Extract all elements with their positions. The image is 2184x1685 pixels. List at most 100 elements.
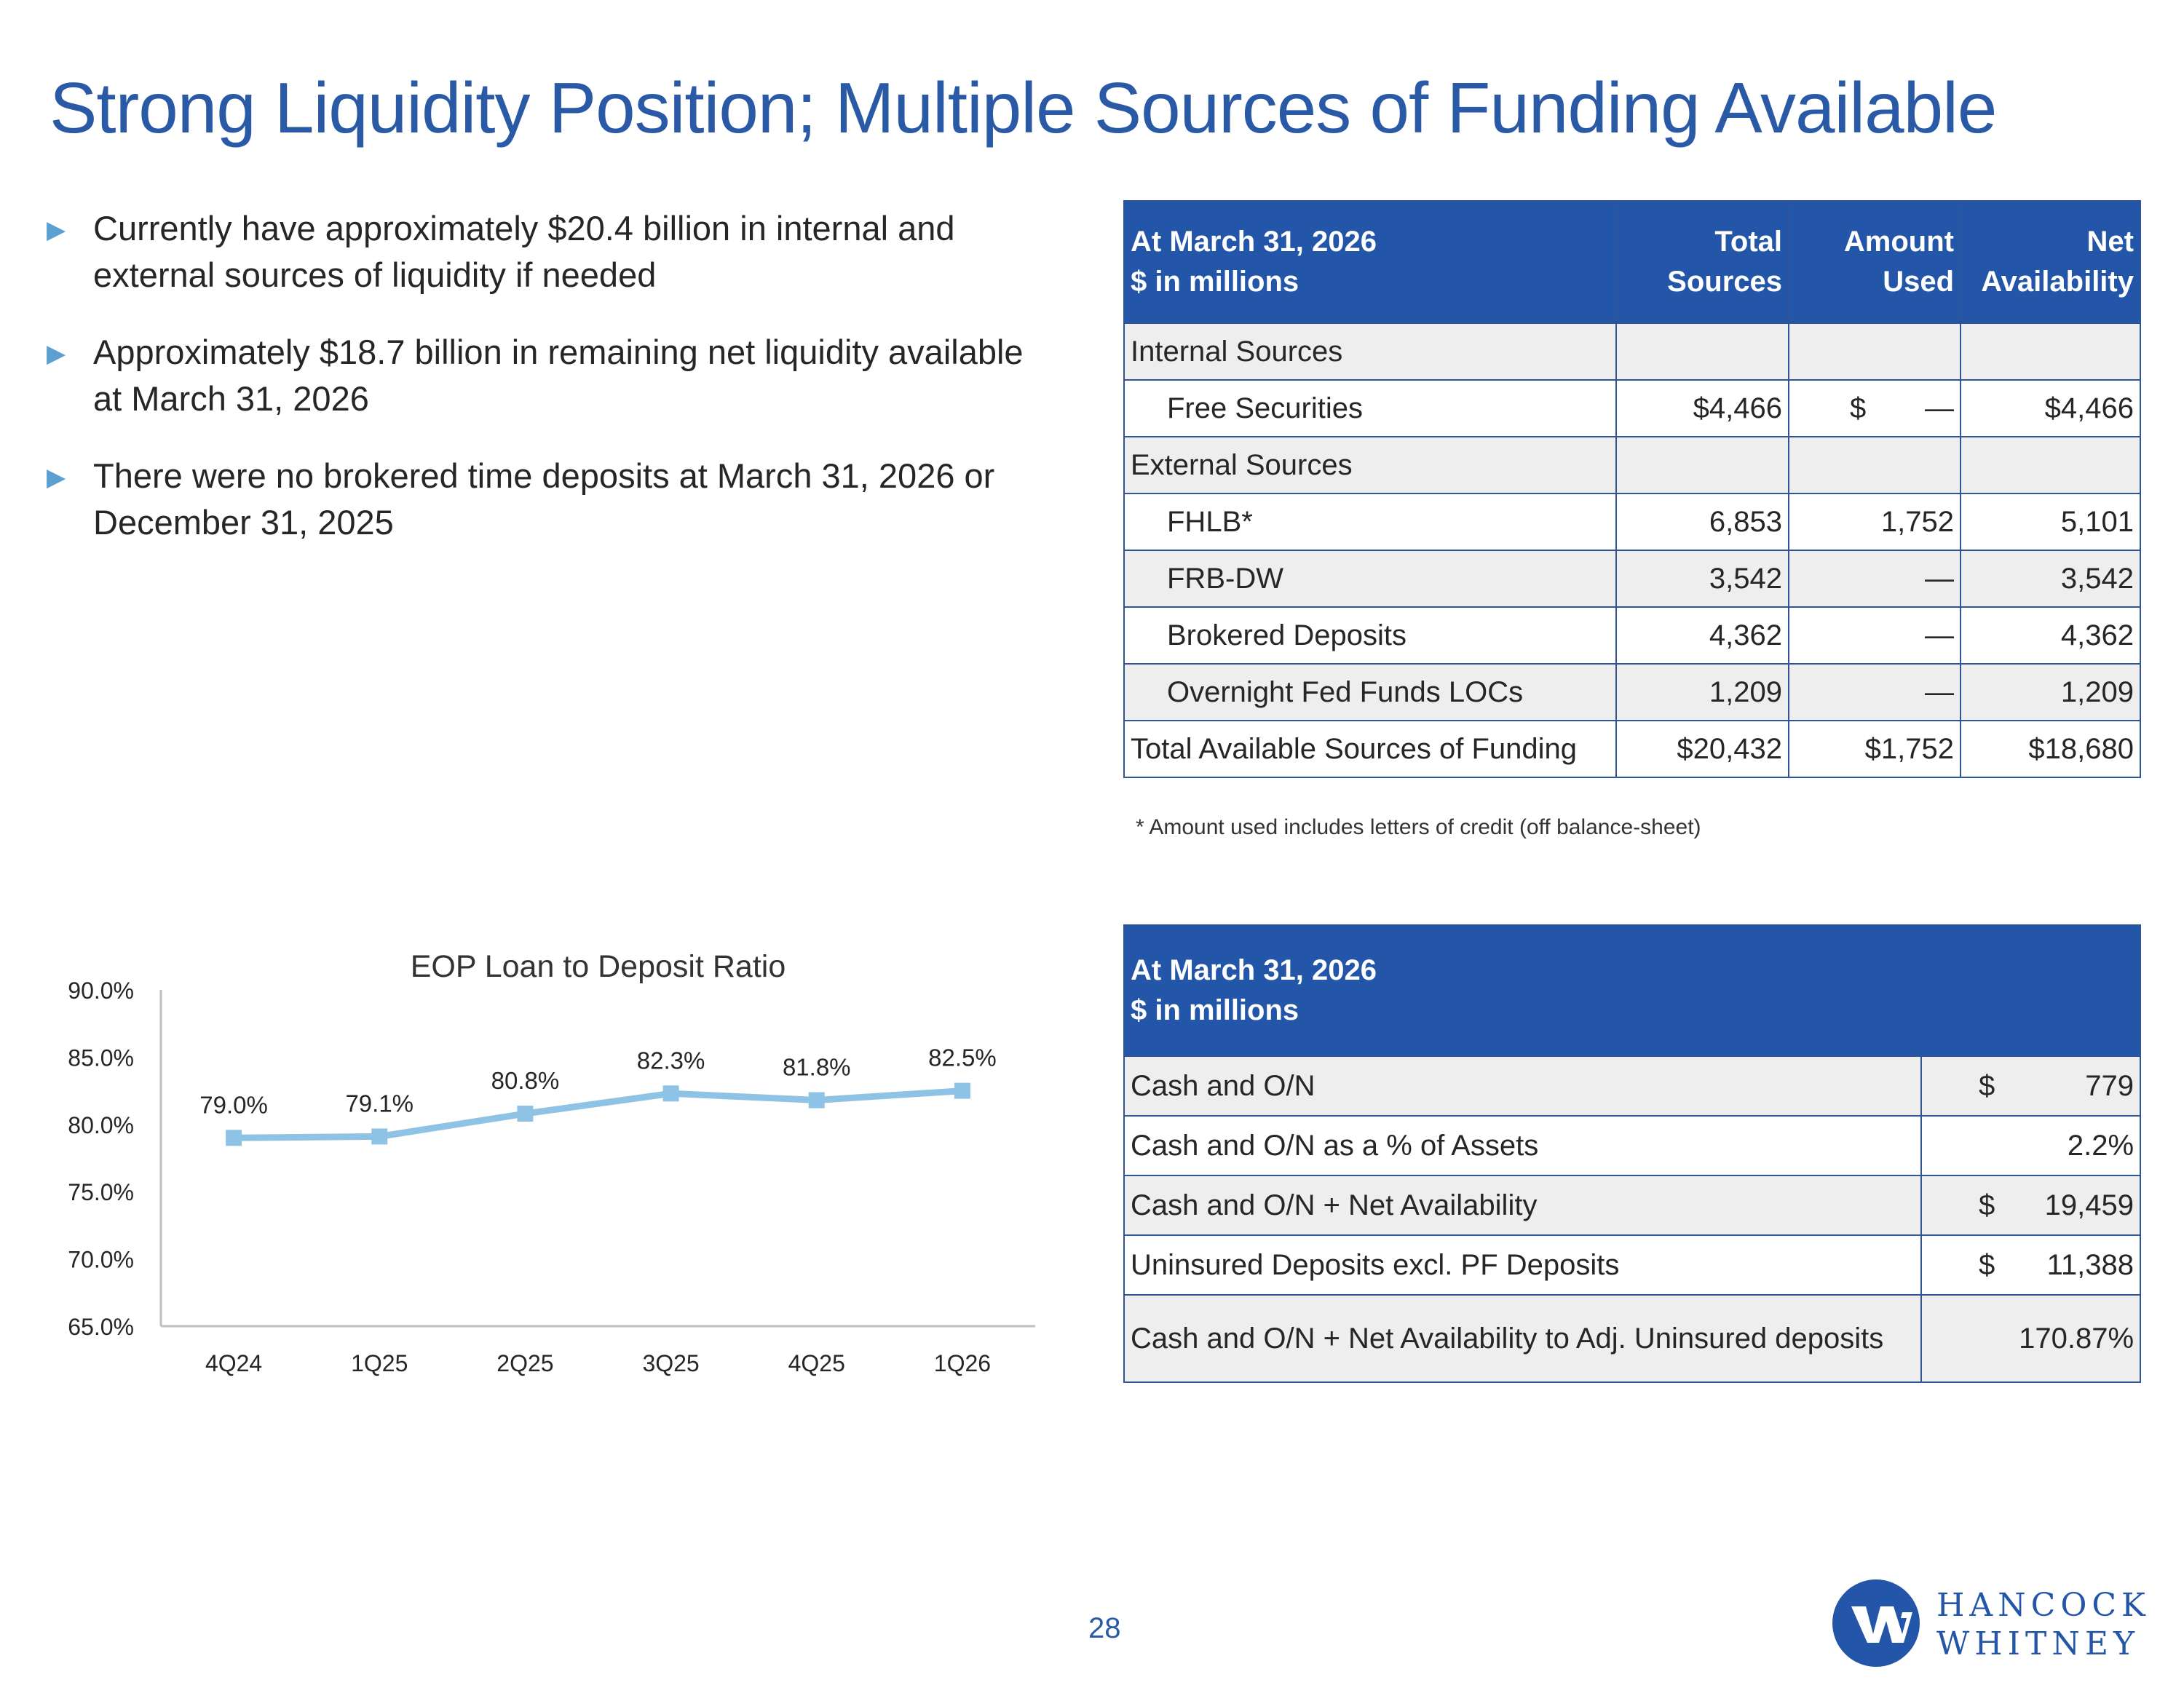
- cell: [1615, 322, 1789, 381]
- table-row: Cash and O/N + Net Availability to Adj. …: [1123, 1294, 2142, 1383]
- cell: [1788, 436, 1961, 494]
- total-cell: 1,209: [1615, 663, 1789, 721]
- table-header-row: At March 31, 2026 $ in millions: [1123, 924, 2142, 1057]
- table-row: FHLB* 6,853 1,752 5,101: [1123, 493, 2141, 551]
- used-cell: $ —: [1788, 379, 1961, 437]
- row-label: Internal Sources: [1123, 322, 1617, 381]
- page-title: Strong Liquidity Position; Multiple Sour…: [50, 68, 1997, 148]
- total-cell: $20,432: [1615, 720, 1789, 778]
- header-text: Sources: [1667, 266, 1782, 298]
- logo-line1: HANCOCK: [1936, 1587, 2151, 1624]
- used-value: —: [1925, 392, 1954, 424]
- row-label: Free Securities: [1123, 379, 1617, 437]
- value-cell: $11,388: [1920, 1234, 2142, 1296]
- net-cell: 1,209: [1960, 663, 2141, 721]
- row-label: Uninsured Deposits excl. PF Deposits: [1123, 1234, 1922, 1296]
- net-cell: 5,101: [1960, 493, 2141, 551]
- header-units: $ in millions: [1131, 994, 1299, 1026]
- used-cell: —: [1788, 663, 1961, 721]
- value-cell: 2.2%: [1920, 1115, 2142, 1176]
- header-net-availability: Net Availability: [1960, 200, 2141, 324]
- header-amount-used: Amount Used: [1788, 200, 1961, 324]
- used-cell: $1,752: [1788, 720, 1961, 778]
- x-tick-label: 1Q25: [351, 1350, 408, 1376]
- triangle-bullet-icon: ▶: [47, 340, 66, 368]
- data-label: 79.0%: [199, 1091, 268, 1118]
- x-tick-label: 1Q26: [934, 1350, 991, 1376]
- header-text: Net: [2086, 226, 2134, 258]
- y-tick-label: 70.0%: [68, 1247, 134, 1273]
- series-line: [234, 1087, 963, 1141]
- header-text: Amount: [1843, 226, 1954, 258]
- cell: [1615, 436, 1789, 494]
- total-cell: 6,853: [1615, 493, 1789, 551]
- net-cell: 3,542: [1960, 550, 2141, 608]
- header-date: At March 31, 2026: [1131, 954, 1377, 986]
- table-row: Cash and O/N $779: [1123, 1055, 2142, 1117]
- page-number: 28: [1088, 1612, 1121, 1644]
- row-label: Brokered Deposits: [1123, 606, 1617, 665]
- bullet-list: ▶ Currently have approximately $20.4 bil…: [47, 205, 1025, 576]
- row-label: External Sources: [1123, 436, 1617, 494]
- liquidity-sources-table: At March 31, 2026 $ in millions Total So…: [1123, 200, 2141, 778]
- value-text: 11,388: [2046, 1248, 2134, 1281]
- cell: [1788, 322, 1961, 381]
- data-label: 79.1%: [345, 1090, 414, 1117]
- loan-to-deposit-chart: EOP Loan to Deposit Ratio 90.0% 85.0% 80.0%…: [44, 946, 1048, 1397]
- data-label: 82.3%: [637, 1047, 705, 1074]
- row-label: Overnight Fed Funds LOCs: [1123, 663, 1617, 721]
- header-text: Used: [1883, 266, 1954, 298]
- bullet-item: ▶ Currently have approximately $20.4 bil…: [47, 205, 1025, 298]
- data-point: [954, 1082, 970, 1099]
- data-label: 81.8%: [783, 1054, 851, 1081]
- table-row: FRB-DW 3,542 — 3,542: [1123, 550, 2141, 608]
- table-row: Internal Sources: [1123, 322, 2141, 381]
- data-point: [371, 1128, 388, 1145]
- x-tick-label: 4Q24: [205, 1350, 262, 1376]
- data-point: [662, 1085, 679, 1102]
- logo-line2: WHITNEY: [1936, 1625, 2140, 1662]
- hancock-whitney-logo: HANCOCK WHITNEY: [1832, 1579, 2151, 1667]
- table-row: Cash and O/N + Net Availability $19,459: [1123, 1175, 2142, 1236]
- used-cell: —: [1788, 606, 1961, 665]
- row-label: FRB-DW: [1123, 550, 1617, 608]
- value-cell: $779: [1920, 1055, 2142, 1117]
- dollar-symbol: [1928, 1323, 1979, 1355]
- row-label: Cash and O/N + Net Availability: [1123, 1175, 1922, 1236]
- row-label: Cash and O/N as a % of Assets: [1123, 1115, 1922, 1176]
- dollar-symbol: $: [1979, 1189, 1995, 1221]
- y-tick-label: 65.0%: [68, 1314, 134, 1340]
- table-row: Cash and O/N as a % of Assets 2.2%: [1123, 1115, 2142, 1176]
- x-tick-label: 3Q25: [642, 1350, 699, 1376]
- data-label: 82.5%: [928, 1044, 997, 1071]
- bullet-text: Currently have approximately $20.4 billi…: [93, 209, 955, 294]
- value-text: 2.2%: [2067, 1129, 2134, 1162]
- header-total-sources: Total Sources: [1615, 200, 1789, 324]
- bullet-text: There were no brokered time deposits at …: [93, 456, 995, 542]
- row-label: Cash and O/N: [1123, 1055, 1922, 1117]
- net-cell: $4,466: [1960, 379, 2141, 437]
- row-label: FHLB*: [1123, 493, 1617, 551]
- used-cell: —: [1788, 550, 1961, 608]
- header-text: Total: [1714, 226, 1782, 258]
- row-label: Total Available Sources of Funding: [1123, 720, 1617, 778]
- table-row: Brokered Deposits 4,362 — 4,362: [1123, 606, 2141, 665]
- y-tick-label: 75.0%: [68, 1179, 134, 1205]
- table-row: External Sources: [1123, 436, 2141, 494]
- used-cell: 1,752: [1788, 493, 1961, 551]
- row-label: Cash and O/N + Net Availability to Adj. …: [1123, 1294, 1922, 1383]
- header-cell: At March 31, 2026 $ in millions: [1123, 924, 2142, 1057]
- table-row: Uninsured Deposits excl. PF Deposits $11,…: [1123, 1234, 2142, 1296]
- bullet-item: ▶ There were no brokered time deposits a…: [47, 453, 1025, 546]
- y-tick-label: 85.0%: [68, 1044, 134, 1071]
- table-row: Total Available Sources of Funding $20,4…: [1123, 720, 2141, 778]
- chart-title: EOP Loan to Deposit Ratio: [411, 949, 786, 984]
- table-row: Overnight Fed Funds LOCs 1,209 — 1,209: [1123, 663, 2141, 721]
- x-tick-label: 2Q25: [496, 1350, 553, 1376]
- header-units: $ in millions: [1131, 266, 1299, 298]
- table-header-row: At March 31, 2026 $ in millions Total So…: [1123, 200, 2141, 324]
- y-tick-label: 80.0%: [68, 1112, 134, 1138]
- total-cell: 3,542: [1615, 550, 1789, 608]
- value-text: 19,459: [2044, 1189, 2134, 1221]
- chart-svg: EOP Loan to Deposit Ratio 90.0% 85.0% 80.0%…: [68, 949, 1035, 1376]
